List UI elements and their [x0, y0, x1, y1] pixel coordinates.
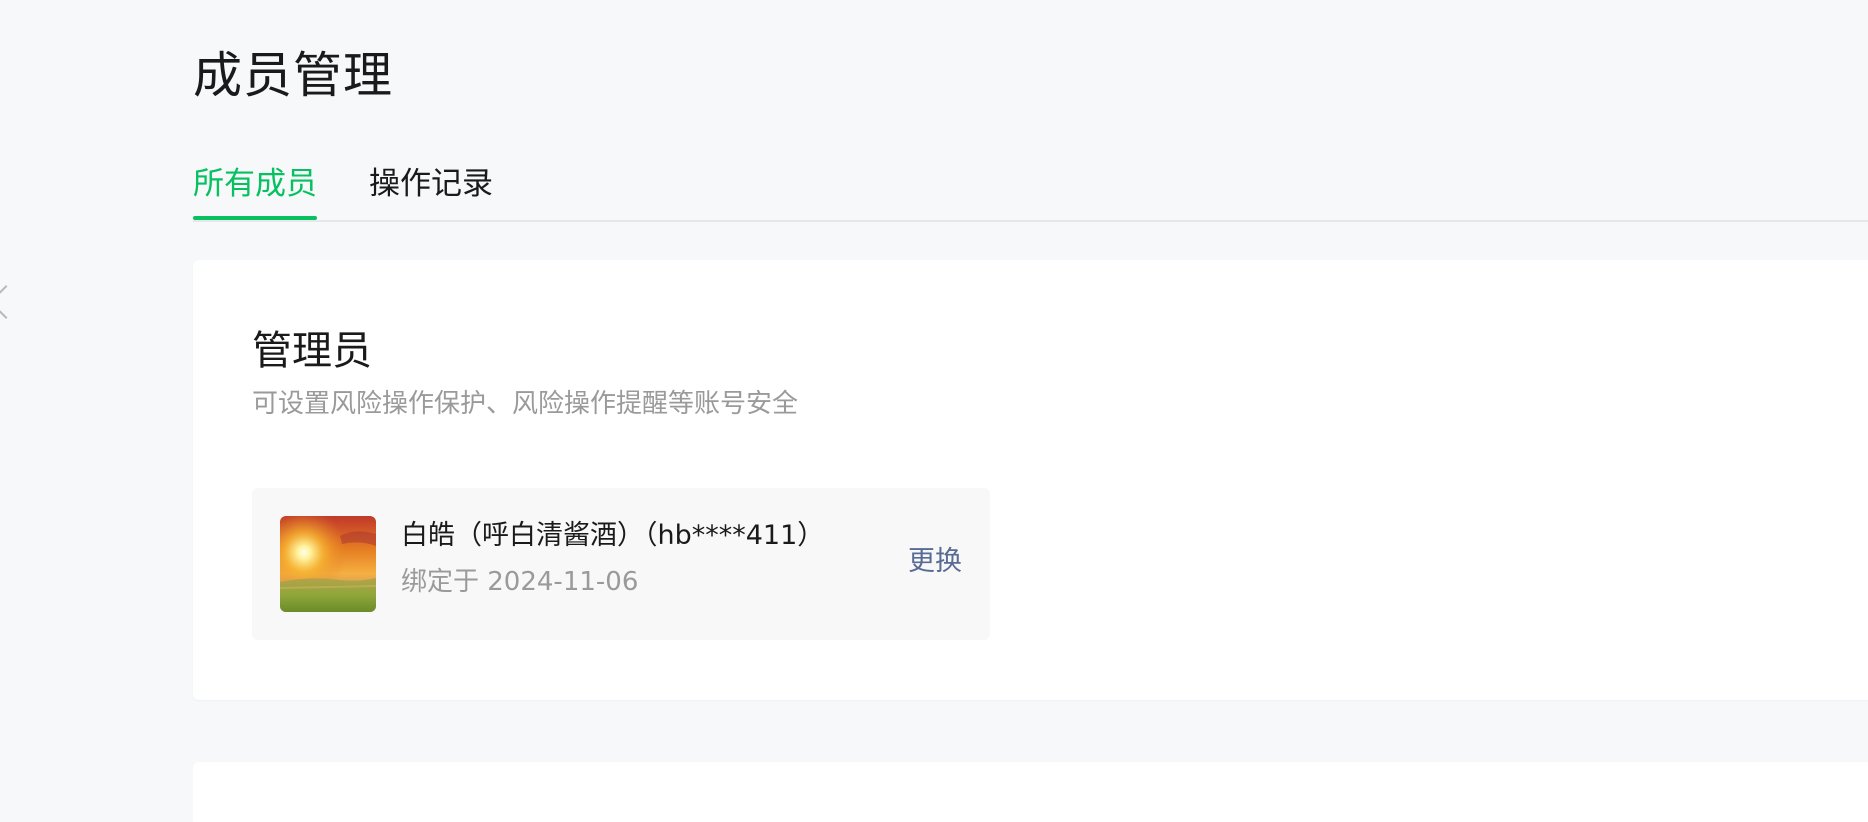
page-title: 成员管理	[193, 47, 394, 104]
admin-section-title: 管理员	[252, 328, 372, 374]
avatar	[280, 516, 376, 612]
sunset-landscape-avatar-icon	[280, 516, 376, 612]
admin-section-description: 可设置风险操作保护、风险操作提醒等账号安全	[252, 389, 799, 419]
admin-entry: 白皓（呼白清酱酒）（hb****411） 绑定于 2024-11-06 更换	[252, 488, 990, 640]
tab-bar: 所有成员 操作记录	[193, 160, 1868, 222]
tab-operation-log[interactable]: 操作记录	[369, 160, 493, 218]
admin-name: 白皓（呼白清酱酒）（hb****411）	[401, 520, 825, 551]
tab-all-members[interactable]: 所有成员	[193, 160, 317, 220]
admin-card: 管理员 可设置风险操作保护、风险操作提醒等账号安全 白皓（呼白清酱酒）（hb**…	[193, 260, 1868, 700]
next-card	[193, 762, 1868, 822]
change-admin-link[interactable]: 更换	[908, 542, 962, 582]
admin-bound-date: 绑定于 2024-11-06	[401, 567, 639, 597]
back-arrow-icon[interactable]	[0, 285, 23, 319]
